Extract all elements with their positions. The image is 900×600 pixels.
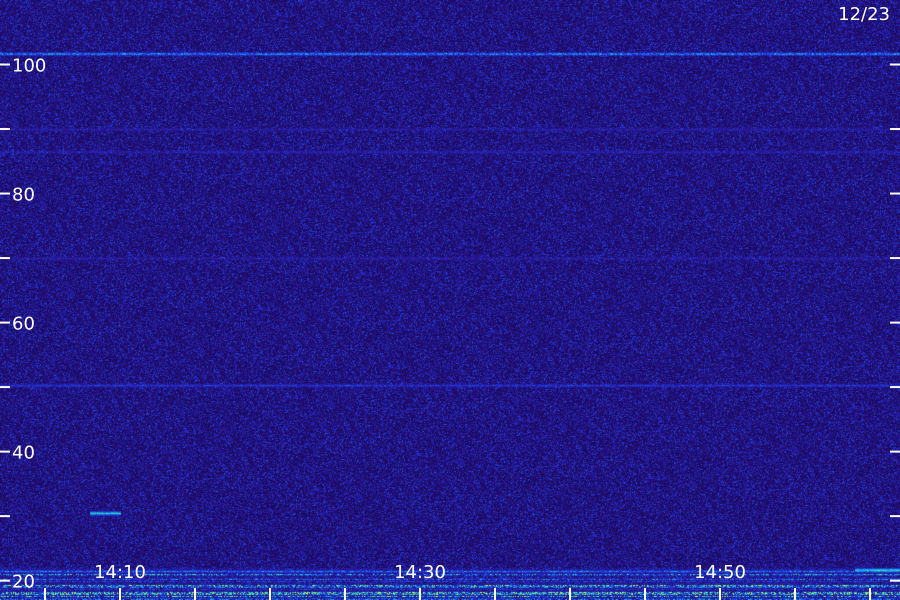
x-tick-label: 14:10: [94, 562, 146, 583]
y-tick-label: 100: [12, 56, 46, 77]
chart-axes: 20 40 60 80 100 14:10 14:30 14:50: [0, 56, 900, 600]
y-tick-label: 80: [12, 185, 35, 206]
date-label: 12/23: [838, 4, 890, 25]
y-tick-label: 40: [12, 443, 35, 464]
x-tick-label: 14:30: [394, 562, 446, 583]
y-tick-label: 60: [12, 314, 35, 335]
x-tick-label: 14:50: [694, 562, 746, 583]
y-tick-label: 20: [12, 572, 35, 593]
spectrogram-panel: 20 40 60 80 100 14:10 14:30 14:50 12/23: [0, 0, 900, 600]
